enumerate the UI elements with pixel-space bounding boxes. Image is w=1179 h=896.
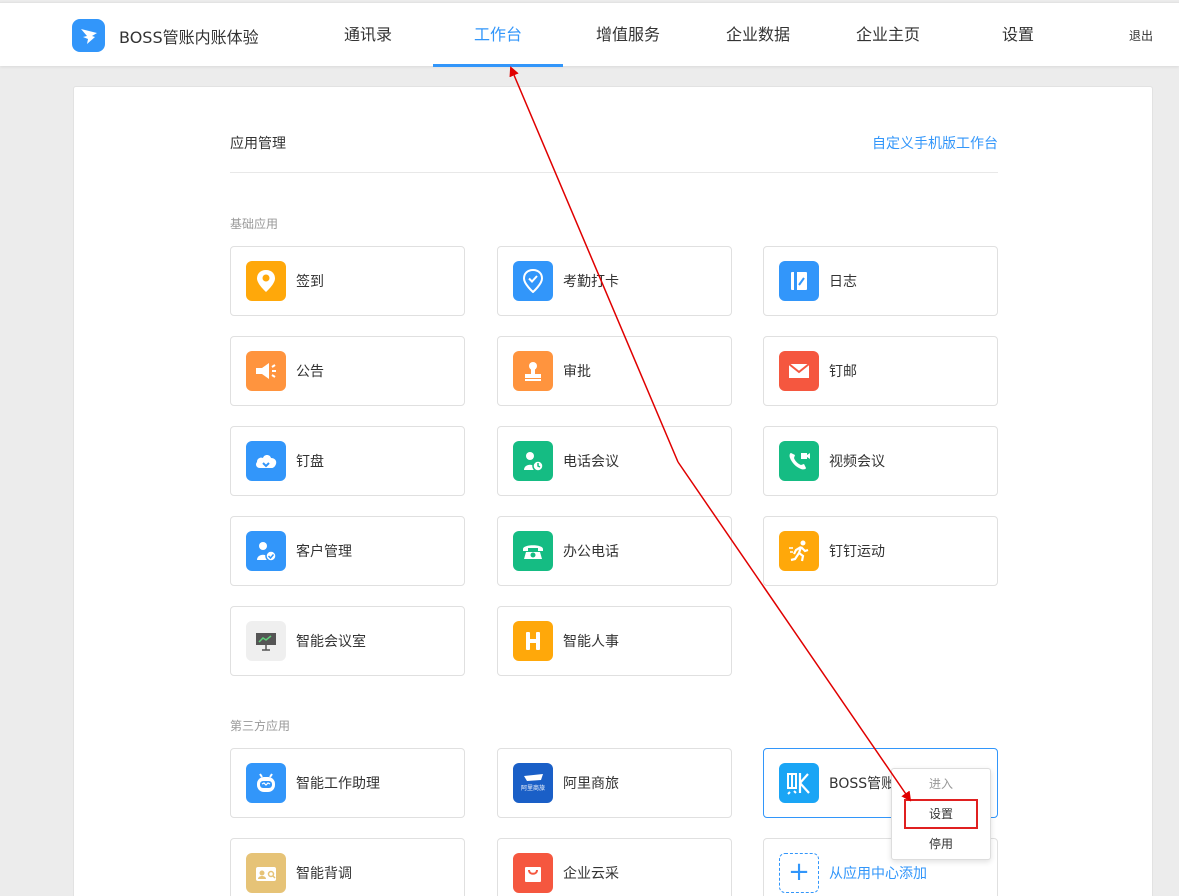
nav-settings[interactable]: 设置 [953, 3, 1083, 66]
section-header: 应用管理 自定义手机版工作台 [230, 133, 998, 173]
add-from-app-center-label: 从应用中心添加 [829, 866, 927, 882]
app-label: 钉盘 [296, 454, 324, 470]
id-card-icon [246, 853, 286, 893]
menu-item-enter[interactable]: 进入 [892, 771, 990, 797]
app-tile-smart-hr[interactable]: 智能人事 [497, 606, 732, 676]
app-tile-approval[interactable]: 审批 [497, 336, 732, 406]
app-label: 办公电话 [563, 544, 619, 560]
nav-contacts[interactable]: 通讯录 [303, 3, 433, 66]
nav-company-homepage[interactable]: 企业主页 [823, 3, 953, 66]
app-tile-smart-meeting-room[interactable]: 智能会议室 [230, 606, 465, 676]
svg-text:阿里商旅: 阿里商旅 [521, 784, 545, 792]
dingtalk-logo-icon [72, 19, 105, 52]
cloud-icon [246, 441, 286, 481]
app-tile-smart-work-assistant[interactable]: 智能工作助理 [230, 748, 465, 818]
app-label: 钉钉运动 [829, 544, 885, 560]
customer-icon [246, 531, 286, 571]
third-party-apps-title: 第三方应用 [230, 719, 291, 733]
clock-check-icon [513, 261, 553, 301]
robot-icon [246, 763, 286, 803]
app-tile-log[interactable]: 日志 [763, 246, 998, 316]
telephone-icon [513, 531, 553, 571]
phone-conference-icon [513, 441, 553, 481]
app-tile-dingdrive[interactable]: 钉盘 [230, 426, 465, 496]
nav-company-data[interactable]: 企业数据 [693, 3, 823, 66]
brand[interactable]: BOSS管账内账体验 [72, 19, 259, 52]
top-nav-bar: BOSS管账内账体验 通讯录 工作台 增值服务 企业数据 企业主页 设置 退出 [0, 2, 1179, 67]
app-tile-attendance[interactable]: 考勤打卡 [497, 246, 732, 316]
app-label: 客户管理 [296, 544, 352, 560]
zhang-letter-icon [779, 763, 819, 803]
app-tile-checkin[interactable]: 签到 [230, 246, 465, 316]
app-label: 智能工作助理 [296, 776, 380, 792]
app-tile-video-conference[interactable]: 视频会议 [763, 426, 998, 496]
menu-item-disable[interactable]: 停用 [892, 831, 990, 857]
app-label: 考勤打卡 [563, 274, 619, 290]
app-tile-customer-management[interactable]: 客户管理 [230, 516, 465, 586]
app-label: 视频会议 [829, 454, 885, 470]
presentation-board-icon [246, 621, 286, 661]
megaphone-icon [246, 351, 286, 391]
stamp-icon [513, 351, 553, 391]
shopping-bag-icon [513, 853, 553, 893]
plus-icon: + [779, 853, 819, 893]
app-label: 阿里商旅 [563, 776, 619, 792]
app-tile-enterprise-procurement[interactable]: 企业云采 [497, 838, 732, 896]
app-label: 智能人事 [563, 634, 619, 650]
app-label: 智能背调 [296, 866, 352, 882]
running-icon [779, 531, 819, 571]
app-management-panel: 应用管理 自定义手机版工作台 基础应用 签到 考勤打卡 日志 公告 审批 钉邮 … [73, 86, 1153, 896]
app-tile-dingmail[interactable]: 钉邮 [763, 336, 998, 406]
app-label: 钉邮 [829, 364, 857, 380]
app-tile-dingtalk-sports[interactable]: 钉钉运动 [763, 516, 998, 586]
app-context-menu: 进入 设置 停用 [891, 768, 991, 860]
basic-apps-title: 基础应用 [230, 217, 279, 231]
notebook-icon [779, 261, 819, 301]
app-tile-smart-background-check[interactable]: 智能背调 [230, 838, 465, 896]
menu-item-settings[interactable]: 设置 [904, 799, 978, 829]
brand-name: BOSS管账内账体验 [119, 27, 259, 47]
h-letter-icon [513, 621, 553, 661]
app-label: 电话会议 [563, 454, 619, 470]
app-tile-alitrip[interactable]: 阿里商旅 阿里商旅 [497, 748, 732, 818]
page-title: 应用管理 [230, 136, 286, 152]
app-label: 签到 [296, 274, 324, 290]
nav-value-added-services[interactable]: 增值服务 [563, 3, 693, 66]
customize-mobile-workbench-link[interactable]: 自定义手机版工作台 [872, 133, 998, 153]
app-label: 日志 [829, 274, 857, 290]
app-label: 审批 [563, 364, 591, 380]
app-tile-office-phone[interactable]: 办公电话 [497, 516, 732, 586]
video-call-icon [779, 441, 819, 481]
app-label: BOSS管账 [829, 776, 896, 792]
envelope-icon [779, 351, 819, 391]
nav-workbench[interactable]: 工作台 [433, 3, 563, 67]
app-tile-phone-conference[interactable]: 电话会议 [497, 426, 732, 496]
app-tile-announcement[interactable]: 公告 [230, 336, 465, 406]
app-label: 企业云采 [563, 866, 619, 882]
location-pin-icon [246, 261, 286, 301]
app-label: 公告 [296, 364, 324, 380]
alitrip-logo-icon: 阿里商旅 [513, 763, 553, 803]
app-label: 智能会议室 [296, 634, 366, 650]
logout-link[interactable]: 退出 [1129, 27, 1153, 44]
main-nav: 通讯录 工作台 增值服务 企业数据 企业主页 设置 [303, 3, 1083, 67]
